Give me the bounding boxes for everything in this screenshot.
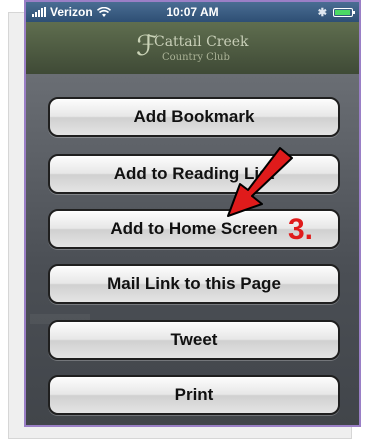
battery-icon bbox=[333, 8, 355, 17]
status-right: ✱ bbox=[317, 6, 355, 19]
annotation-arrow-icon bbox=[227, 147, 293, 217]
status-bar: Verizon 10:07 AM ✱ bbox=[26, 2, 359, 22]
website-header: ℱ Cattail Creek Country Club bbox=[26, 22, 359, 74]
status-time: 10:07 AM bbox=[166, 5, 219, 19]
add-bookmark-button[interactable]: Add Bookmark bbox=[48, 97, 340, 137]
step-number-label: 3. bbox=[288, 213, 314, 246]
logo-title: Cattail Creek bbox=[154, 34, 249, 50]
print-button[interactable]: Print bbox=[48, 375, 340, 415]
phone-screen: Verizon 10:07 AM ✱ ℱ Cattail Creek Count… bbox=[24, 0, 361, 427]
tweet-button[interactable]: Tweet bbox=[48, 320, 340, 360]
logo-subtitle: Country Club bbox=[162, 52, 230, 63]
mail-link-button[interactable]: Mail Link to this Page bbox=[48, 264, 340, 304]
bluetooth-icon: ✱ bbox=[317, 7, 327, 19]
